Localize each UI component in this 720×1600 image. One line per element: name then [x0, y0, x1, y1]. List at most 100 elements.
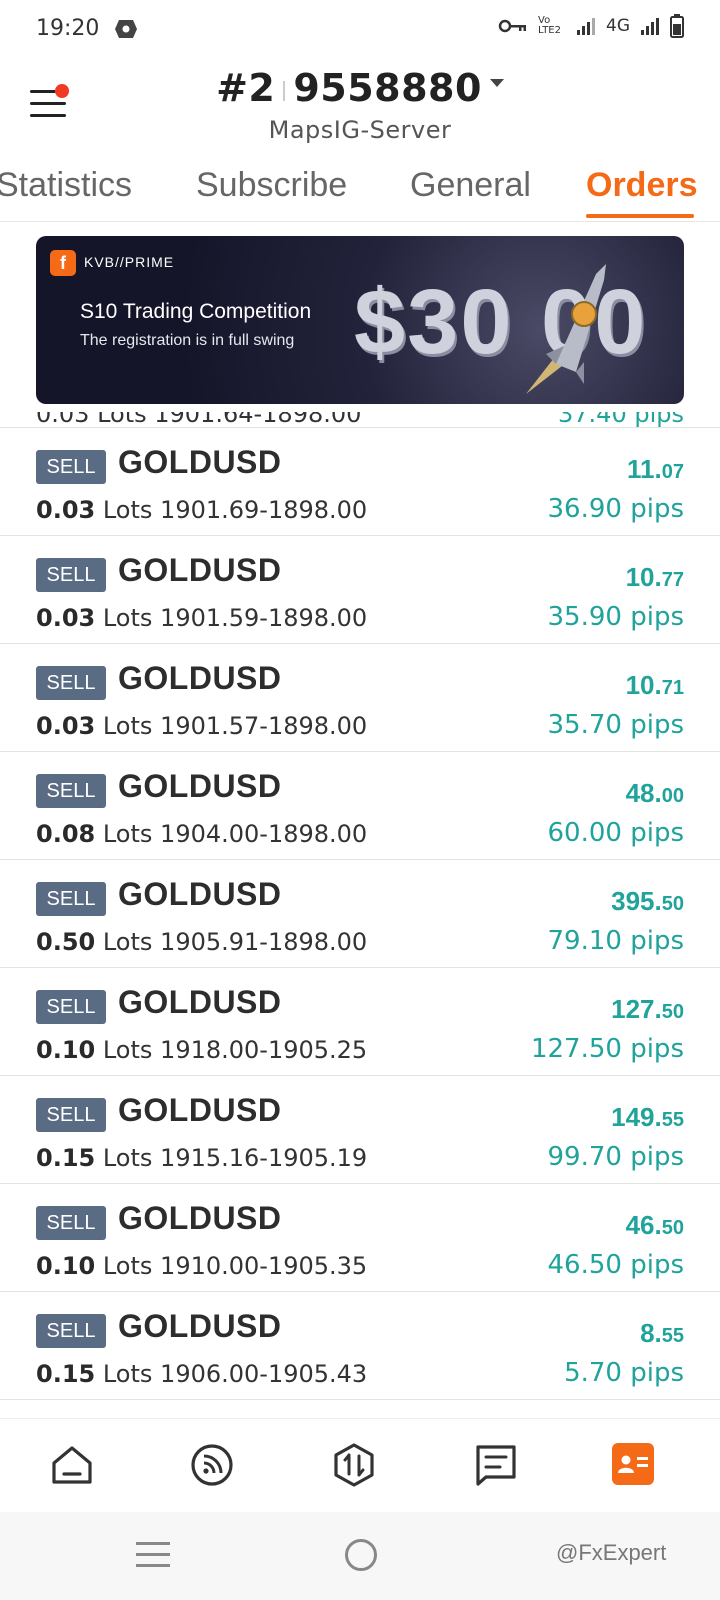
volte-label: Vo LTE2: [538, 15, 561, 36]
order-pips: 35.70 pips: [547, 710, 684, 740]
order-profit: 127.50: [611, 994, 684, 1025]
order-symbol: GOLDUSD: [118, 1092, 282, 1128]
order-details: 0.08 Lots 1904.00-1898.00: [36, 820, 367, 848]
order-details: 0.03 Lots 1901.57-1898.00: [36, 712, 367, 740]
nav-signals[interactable]: [188, 1441, 236, 1489]
banner-brand: KVB//PRIME: [84, 254, 175, 270]
lots-label: Lots: [102, 1252, 153, 1280]
nav-home[interactable]: [48, 1441, 96, 1489]
order-details: 0.10 Lots 1918.00-1905.25: [36, 1036, 367, 1064]
recent-apps-bar: [136, 1553, 170, 1556]
profit-integer: 46.: [625, 1210, 662, 1240]
sell-badge: SELL: [36, 1098, 106, 1132]
banner-title: S10 Trading Competition: [80, 300, 312, 323]
nav-trade[interactable]: [330, 1441, 378, 1489]
order-details: 0.15 Lots 1906.00-1905.43: [36, 1360, 367, 1388]
order-row[interactable]: SELL GOLDUSD 0.03 Lots 1901.69-1898.00 1…: [0, 428, 720, 536]
order-row[interactable]: SELL GOLDUSD 0.10 Lots 1910.00-1905.35 4…: [0, 1184, 720, 1292]
signal-2-icon: [641, 18, 659, 35]
profit-integer: 48.: [625, 778, 662, 808]
order-symbol: GOLDUSD: [118, 552, 282, 588]
order-lots: 0.03: [36, 604, 96, 632]
profit-integer: 10.: [625, 670, 662, 700]
tab-general[interactable]: General: [410, 166, 531, 205]
sell-badge: SELL: [36, 990, 106, 1024]
signal-feed-icon: [191, 1444, 233, 1486]
order-symbol: GOLDUSD: [118, 660, 282, 696]
order-row[interactable]: SELL GOLDUSD 0.10 Lots 1918.00-1905.25 1…: [0, 968, 720, 1076]
order-prices: 1906.00-1905.43: [160, 1360, 368, 1388]
profit-integer: 127.: [611, 994, 662, 1024]
sell-badge: SELL: [36, 450, 106, 484]
recent-apps-icon[interactable]: [136, 1542, 170, 1568]
order-profit: 8.55: [640, 1318, 684, 1349]
order-pips: 5.70 pips: [564, 1358, 684, 1388]
home-button-icon[interactable]: [345, 1539, 377, 1571]
sell-badge: SELL: [36, 558, 106, 592]
list-item[interactable]: 0.03 Lots 1901.64-1898.00 37.40 pips: [0, 412, 720, 428]
brand-logo-icon: f: [50, 250, 76, 276]
network-type: 4G: [606, 16, 630, 36]
order-symbol: GOLDUSD: [118, 444, 282, 480]
vpn-key-icon: [498, 19, 526, 33]
order-pips: 60.00 pips: [547, 818, 684, 848]
order-details: 0.03 Lots 1901.59-1898.00: [36, 604, 367, 632]
nav-profile[interactable]: [612, 1443, 654, 1485]
order-row[interactable]: SELL GOLDUSD 0.15 Lots 1915.16-1905.19 1…: [0, 1076, 720, 1184]
order-symbol: GOLDUSD: [118, 876, 282, 912]
sell-badge: SELL: [36, 666, 106, 700]
order-lots: 0.03: [36, 712, 96, 740]
order-details: 0.50 Lots 1905.91-1898.00: [36, 928, 367, 956]
sell-badge: SELL: [36, 882, 106, 916]
home-icon: [52, 1446, 92, 1484]
trade-icon: [334, 1443, 374, 1487]
profit-decimal: 50: [661, 1001, 684, 1023]
order-lots: 0.50: [36, 928, 96, 956]
profit-decimal: 55: [661, 1109, 684, 1131]
recent-apps-bar: [136, 1542, 170, 1545]
sell-badge: SELL: [36, 774, 106, 808]
watermark: @FxExpert: [556, 1540, 667, 1565]
banner-subtitle: The registration is in full swing: [80, 332, 295, 349]
order-row[interactable]: SELL GOLDUSD 0.50 Lots 1905.91-1898.00 3…: [0, 860, 720, 968]
promo-banner[interactable]: f KVB//PRIME S10 Trading Competition The…: [36, 236, 684, 404]
status-time: 19:20: [36, 16, 100, 41]
order-row[interactable]: SELL GOLDUSD 0.15 Lots 1906.00-1905.43 8…: [0, 1292, 720, 1400]
nav-messages[interactable]: [472, 1441, 520, 1489]
order-profit: 10.71: [626, 670, 684, 701]
order-row[interactable]: SELL GOLDUSD 0.03 Lots 1901.57-1898.00 1…: [0, 644, 720, 752]
order-prices: 1901.57-1898.00: [160, 712, 368, 740]
order-prices: 1918.00-1905.25: [160, 1036, 368, 1064]
lots-label: Lots: [102, 820, 153, 848]
order-details: 0.15 Lots 1915.16-1905.19: [36, 1144, 367, 1172]
lots-label: Lots: [102, 928, 153, 956]
battery-icon: [670, 14, 684, 38]
lots-label: Lots: [102, 1144, 153, 1172]
order-row[interactable]: SELL GOLDUSD 0.03 Lots 1901.59-1898.00 1…: [0, 536, 720, 644]
order-symbol: GOLDUSD: [118, 768, 282, 804]
order-prices: 1905.91-1898.00: [160, 928, 368, 956]
lots-label: Lots: [102, 1036, 153, 1064]
profit-integer: 395.: [611, 886, 662, 916]
order-details: 0.10 Lots 1910.00-1905.35: [36, 1252, 367, 1280]
lots-label: Lots: [102, 1360, 153, 1388]
order-lots: 0.10: [36, 1036, 96, 1064]
tab-orders[interactable]: Orders: [586, 166, 698, 205]
order-row[interactable]: SELL GOLDUSD 0.08 Lots 1904.00-1898.00 4…: [0, 752, 720, 860]
account-prefix: #2: [216, 66, 276, 110]
order-profit: 11.07: [627, 454, 684, 485]
tab-statistics[interactable]: Statistics: [0, 166, 132, 205]
profit-integer: 8.: [640, 1318, 662, 1348]
order-prices: 1910.00-1905.35: [160, 1252, 368, 1280]
messages-icon: [476, 1445, 516, 1486]
order-pips: 99.70 pips: [547, 1142, 684, 1172]
bottom-nav: [0, 1418, 720, 1512]
account-selector[interactable]: #2 9558880: [0, 66, 720, 110]
tab-subscribe[interactable]: Subscribe: [196, 166, 347, 205]
order-pips: 46.50 pips: [547, 1250, 684, 1280]
chevron-down-icon: [489, 78, 504, 87]
order-profit: 10.77: [626, 562, 684, 593]
tab-bar: Statistics Subscribe General Orders: [0, 162, 720, 222]
order-symbol: GOLDUSD: [118, 984, 282, 1020]
tab-active-indicator: [586, 214, 694, 218]
